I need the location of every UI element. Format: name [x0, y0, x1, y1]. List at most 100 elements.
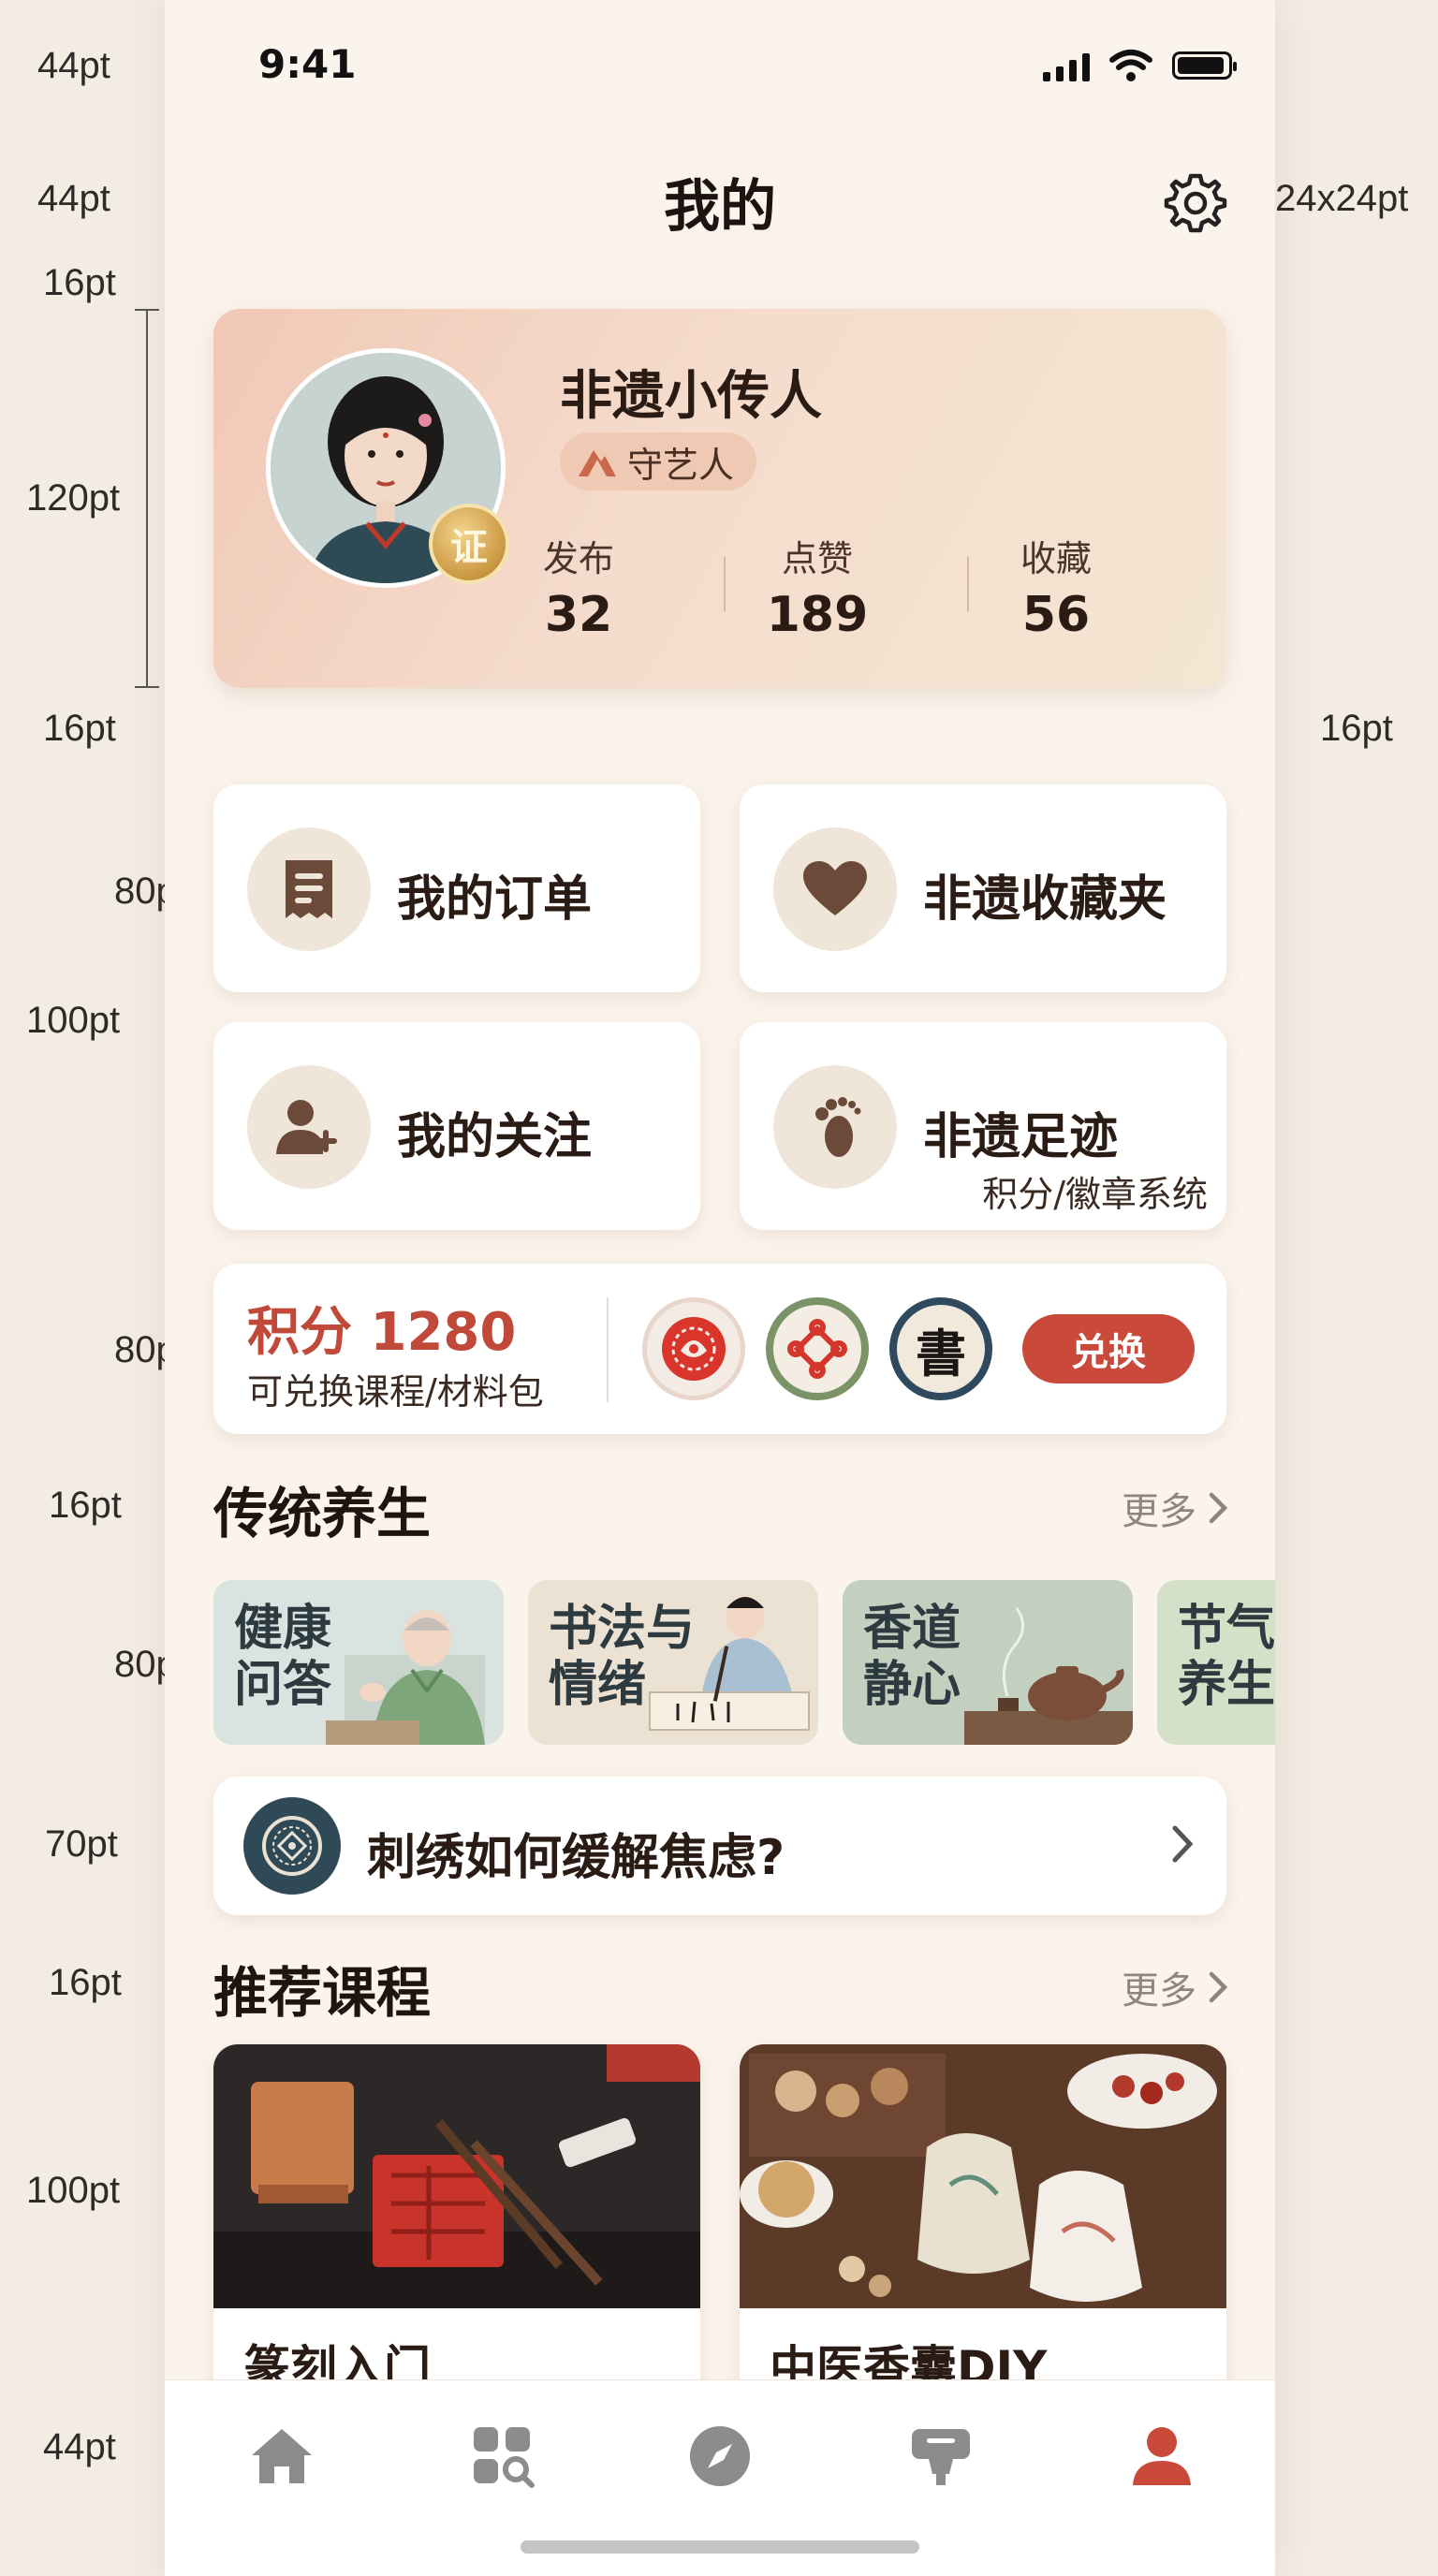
- menu-following[interactable]: 我的关注: [213, 1022, 700, 1230]
- qa-question: 刺绣如何缓解焦虑?: [367, 1830, 785, 1886]
- chinese-knot-badge-icon[interactable]: [766, 1297, 869, 1400]
- calligraphy-char: 書: [916, 1323, 966, 1383]
- points-card[interactable]: 积分 1280 可兑换课程/材料包 書 兑换: [213, 1264, 1226, 1434]
- qa-entry[interactable]: 刺绣如何缓解焦虑?: [213, 1777, 1226, 1915]
- annotation-status-bar: 44pt: [37, 45, 110, 86]
- wellness-card-line: 静心: [863, 1657, 961, 1713]
- home-icon: [252, 2429, 312, 2483]
- wellness-card-solar-terms[interactable]: 节气 养生: [1157, 1580, 1275, 1745]
- mountain-icon: [579, 450, 616, 476]
- footprint-icon: [773, 1065, 897, 1189]
- menu-footprints[interactable]: 非遗足迹 积分/徽章系统: [740, 1022, 1226, 1230]
- calligraphy-badge-icon[interactable]: 書: [889, 1297, 992, 1400]
- annotation-settings-size: 24x24pt: [1275, 178, 1409, 219]
- wellness-card-text: 书法与 情绪: [549, 1601, 695, 1713]
- points-total: 积分 1280: [247, 1302, 517, 1363]
- wellness-card-line: 节气: [1178, 1601, 1275, 1657]
- wellness-card-health-qa[interactable]: 健康 问答: [213, 1580, 504, 1745]
- wellness-card-text: 健康 问答: [234, 1601, 331, 1713]
- battery-icon: [1172, 51, 1237, 80]
- annotation-tick: [135, 686, 159, 688]
- home-indicator[interactable]: [521, 2540, 919, 2554]
- user-icon: [1133, 2427, 1191, 2485]
- status-icons: [1043, 49, 1237, 82]
- role-badge: 守艺人: [560, 432, 757, 490]
- annotation-menu-rows: 100pt: [26, 1000, 121, 1041]
- status-time: 9:41: [258, 41, 357, 87]
- menu-my-orders[interactable]: 我的订单: [213, 784, 700, 992]
- wellness-card-line: 健康: [234, 1601, 332, 1657]
- tab-live[interactable]: [899, 2414, 983, 2498]
- stat-label: 点赞: [781, 538, 853, 579]
- points-subtitle: 可兑换课程/材料包: [247, 1371, 544, 1412]
- grid-search-icon: [474, 2427, 535, 2488]
- tab-home[interactable]: [240, 2414, 324, 2498]
- annotation-profile-height: 120pt: [26, 477, 121, 519]
- tab-discover[interactable]: [678, 2414, 762, 2498]
- heart-icon: [773, 827, 897, 951]
- more-link-wellness[interactable]: 更多: [1122, 1481, 1228, 1535]
- stat-likes[interactable]: 点赞 189: [724, 530, 911, 643]
- menu-label: 我的关注: [397, 1109, 593, 1165]
- annotation-tick: [135, 309, 159, 311]
- wellness-card-line: 问答: [234, 1657, 332, 1713]
- compass-icon: [690, 2426, 750, 2486]
- section-title-courses: 推荐课程: [213, 1961, 432, 2025]
- annotation-section-gap-2: 16pt: [49, 1962, 122, 2003]
- stat-value: 56: [1021, 587, 1091, 643]
- annotation-course-height: 100pt: [26, 2170, 121, 2211]
- menu-label: 我的订单: [397, 871, 593, 928]
- stat-label: 收藏: [1020, 538, 1092, 579]
- profile-card[interactable]: 证 非遗小传人 守艺人 发布 32 点赞 189 收藏 56: [213, 309, 1226, 688]
- signal-icon: [1043, 50, 1090, 81]
- stat-value: 189: [766, 587, 869, 643]
- chevron-right-icon: [1172, 1825, 1194, 1863]
- gear-icon[interactable]: [1163, 170, 1228, 236]
- wellness-card-line: 书法与: [549, 1601, 696, 1657]
- page-title: 我的: [664, 174, 776, 240]
- wifi-icon: [1109, 50, 1152, 81]
- wellness-card-calligraphy[interactable]: 书法与 情绪: [528, 1580, 818, 1745]
- annotation-nav-bar: 44pt: [37, 178, 110, 219]
- annotation-qa-height: 70pt: [45, 1823, 118, 1865]
- more-label: 更多: [1122, 1969, 1196, 2012]
- menu-label: 非遗足迹: [923, 1109, 1119, 1165]
- wellness-card-line: 香道: [863, 1601, 961, 1657]
- annotation-tabbar-height: 44pt: [43, 2426, 116, 2467]
- annotation-line: [146, 309, 148, 688]
- chevron-right-icon: [1209, 1492, 1228, 1524]
- tab-profile[interactable]: [1120, 2414, 1204, 2498]
- wellness-card-line: 情绪: [549, 1657, 647, 1713]
- stat-favorites[interactable]: 收藏 56: [962, 530, 1150, 643]
- status-bar: 9:41: [165, 0, 1275, 131]
- more-link-courses[interactable]: 更多: [1122, 1960, 1228, 2014]
- annotation-section-gap: 16pt: [49, 1485, 122, 1526]
- wellness-card-text: 香道 静心: [863, 1601, 961, 1713]
- redeem-button[interactable]: 兑换: [1022, 1314, 1195, 1383]
- menu-sub-label: 积分/徽章系统: [982, 1174, 1208, 1215]
- role-label: 守艺人: [627, 444, 735, 486]
- menu-label: 非遗收藏夹: [923, 871, 1167, 928]
- phone-screen: 9:41 我的 证 非遗小传人 守艺人 发布 32 点赞 189 收藏 56 我…: [165, 0, 1275, 2576]
- wellness-card-line: 养生: [1178, 1657, 1275, 1713]
- paper-cut-badge-icon[interactable]: [642, 1297, 745, 1400]
- chevron-right-icon: [1209, 1971, 1228, 2003]
- more-label: 更多: [1122, 1490, 1196, 1533]
- menu-favorites[interactable]: 非遗收藏夹: [740, 784, 1226, 992]
- stat-value: 32: [544, 587, 613, 643]
- annotation-gap-left: 16pt: [43, 708, 116, 749]
- annotation-gap-right: 16pt: [1320, 708, 1393, 749]
- add-user-icon: [247, 1065, 371, 1189]
- section-title-wellness: 传统养生: [213, 1482, 432, 1545]
- embroidery-icon: [243, 1797, 341, 1895]
- order-receipt-icon: [247, 827, 371, 951]
- wellness-card-text: 节气 养生: [1178, 1601, 1275, 1713]
- herbal-sachet-image: [740, 2044, 1226, 2308]
- stat-label: 发布: [542, 538, 614, 579]
- seal-carving-image: [213, 2044, 700, 2308]
- tab-categories[interactable]: [461, 2414, 545, 2498]
- divider: [607, 1297, 609, 1402]
- stat-posts[interactable]: 发布 32: [485, 530, 672, 643]
- annotation-gap-top: 16pt: [43, 262, 116, 303]
- wellness-card-incense[interactable]: 香道 静心: [843, 1580, 1133, 1745]
